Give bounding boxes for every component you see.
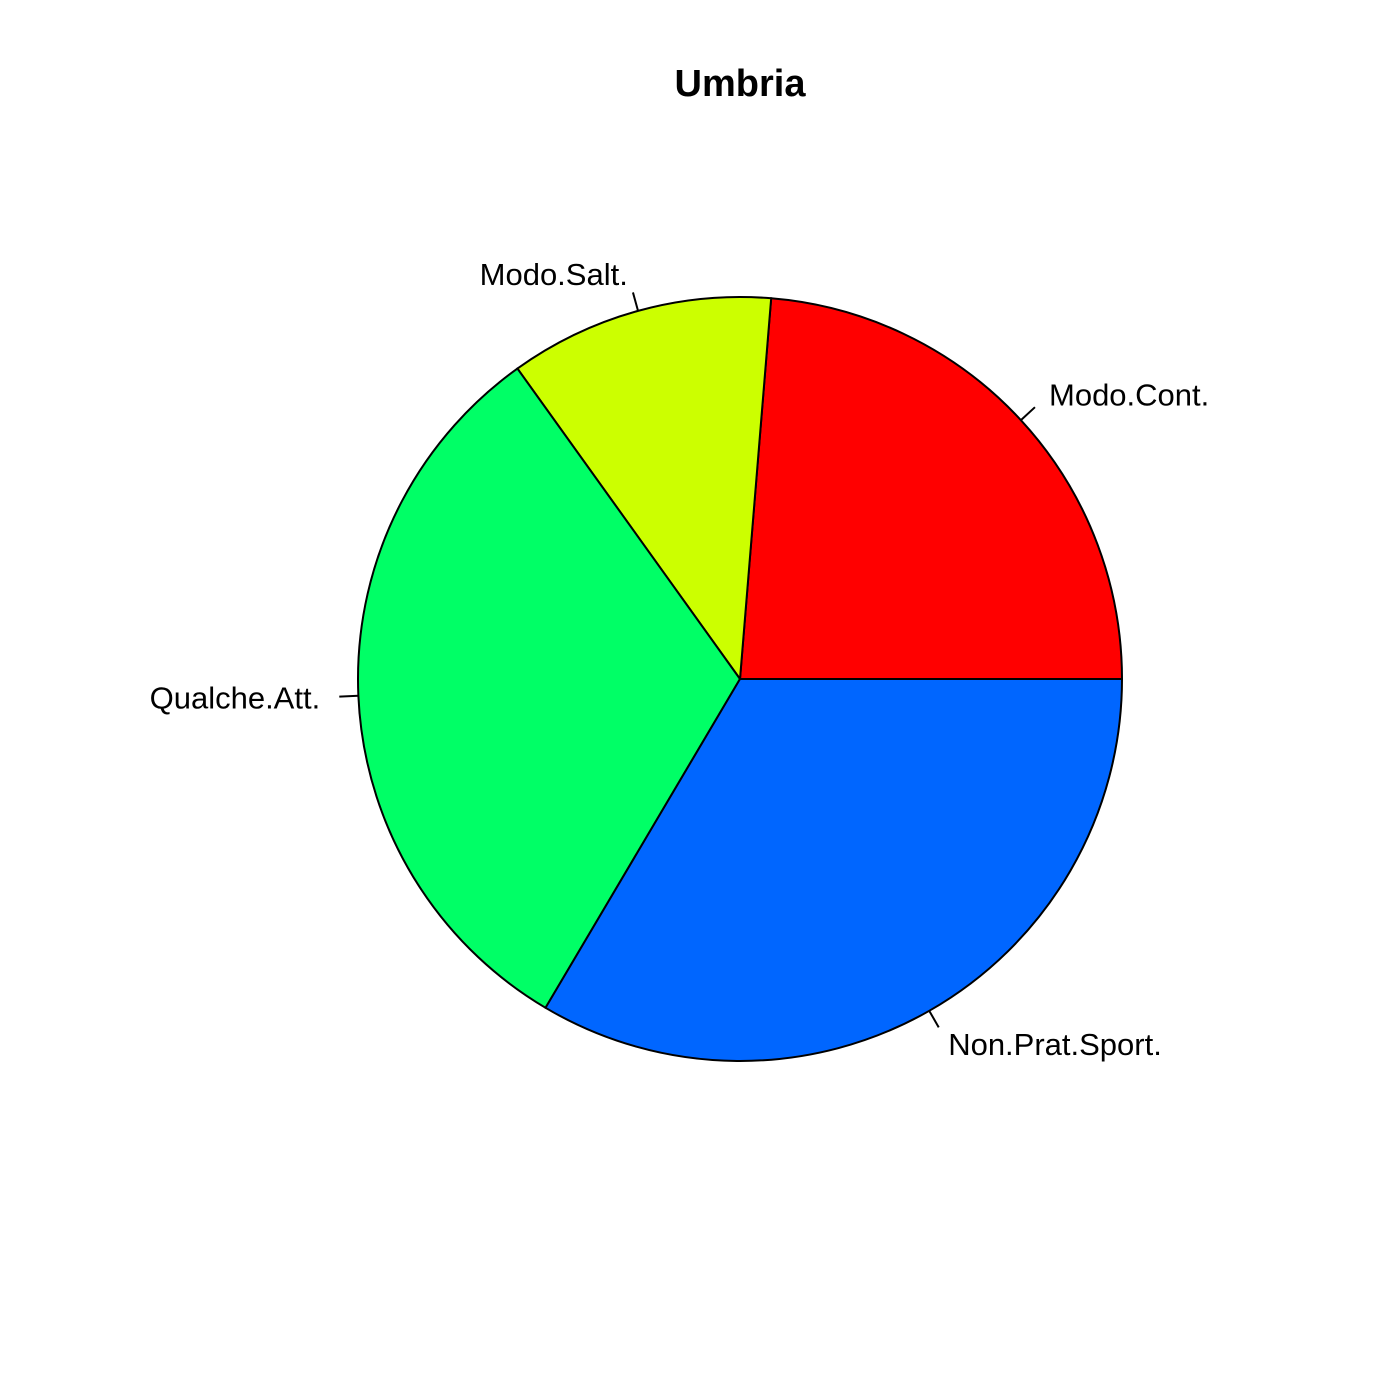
pie-chart: Umbria Modo.Cont. Modo.Salt. Qualche.Att. N… <box>150 63 1210 1062</box>
pie-slices <box>357 295 1124 1062</box>
slice-label: Modo.Salt. <box>480 257 628 292</box>
leader-line <box>339 694 359 698</box>
slice-label: Modo.Cont. <box>1049 377 1209 412</box>
leader-line <box>928 1010 940 1028</box>
chart-title: Umbria <box>675 63 807 105</box>
pie-slice-modo-cont <box>738 297 1124 680</box>
slice-label: Qualche.Att. <box>150 680 321 715</box>
slice-label: Non.Prat.Sport. <box>948 1027 1162 1062</box>
leader-line <box>1020 406 1036 421</box>
leader-line <box>631 292 640 312</box>
